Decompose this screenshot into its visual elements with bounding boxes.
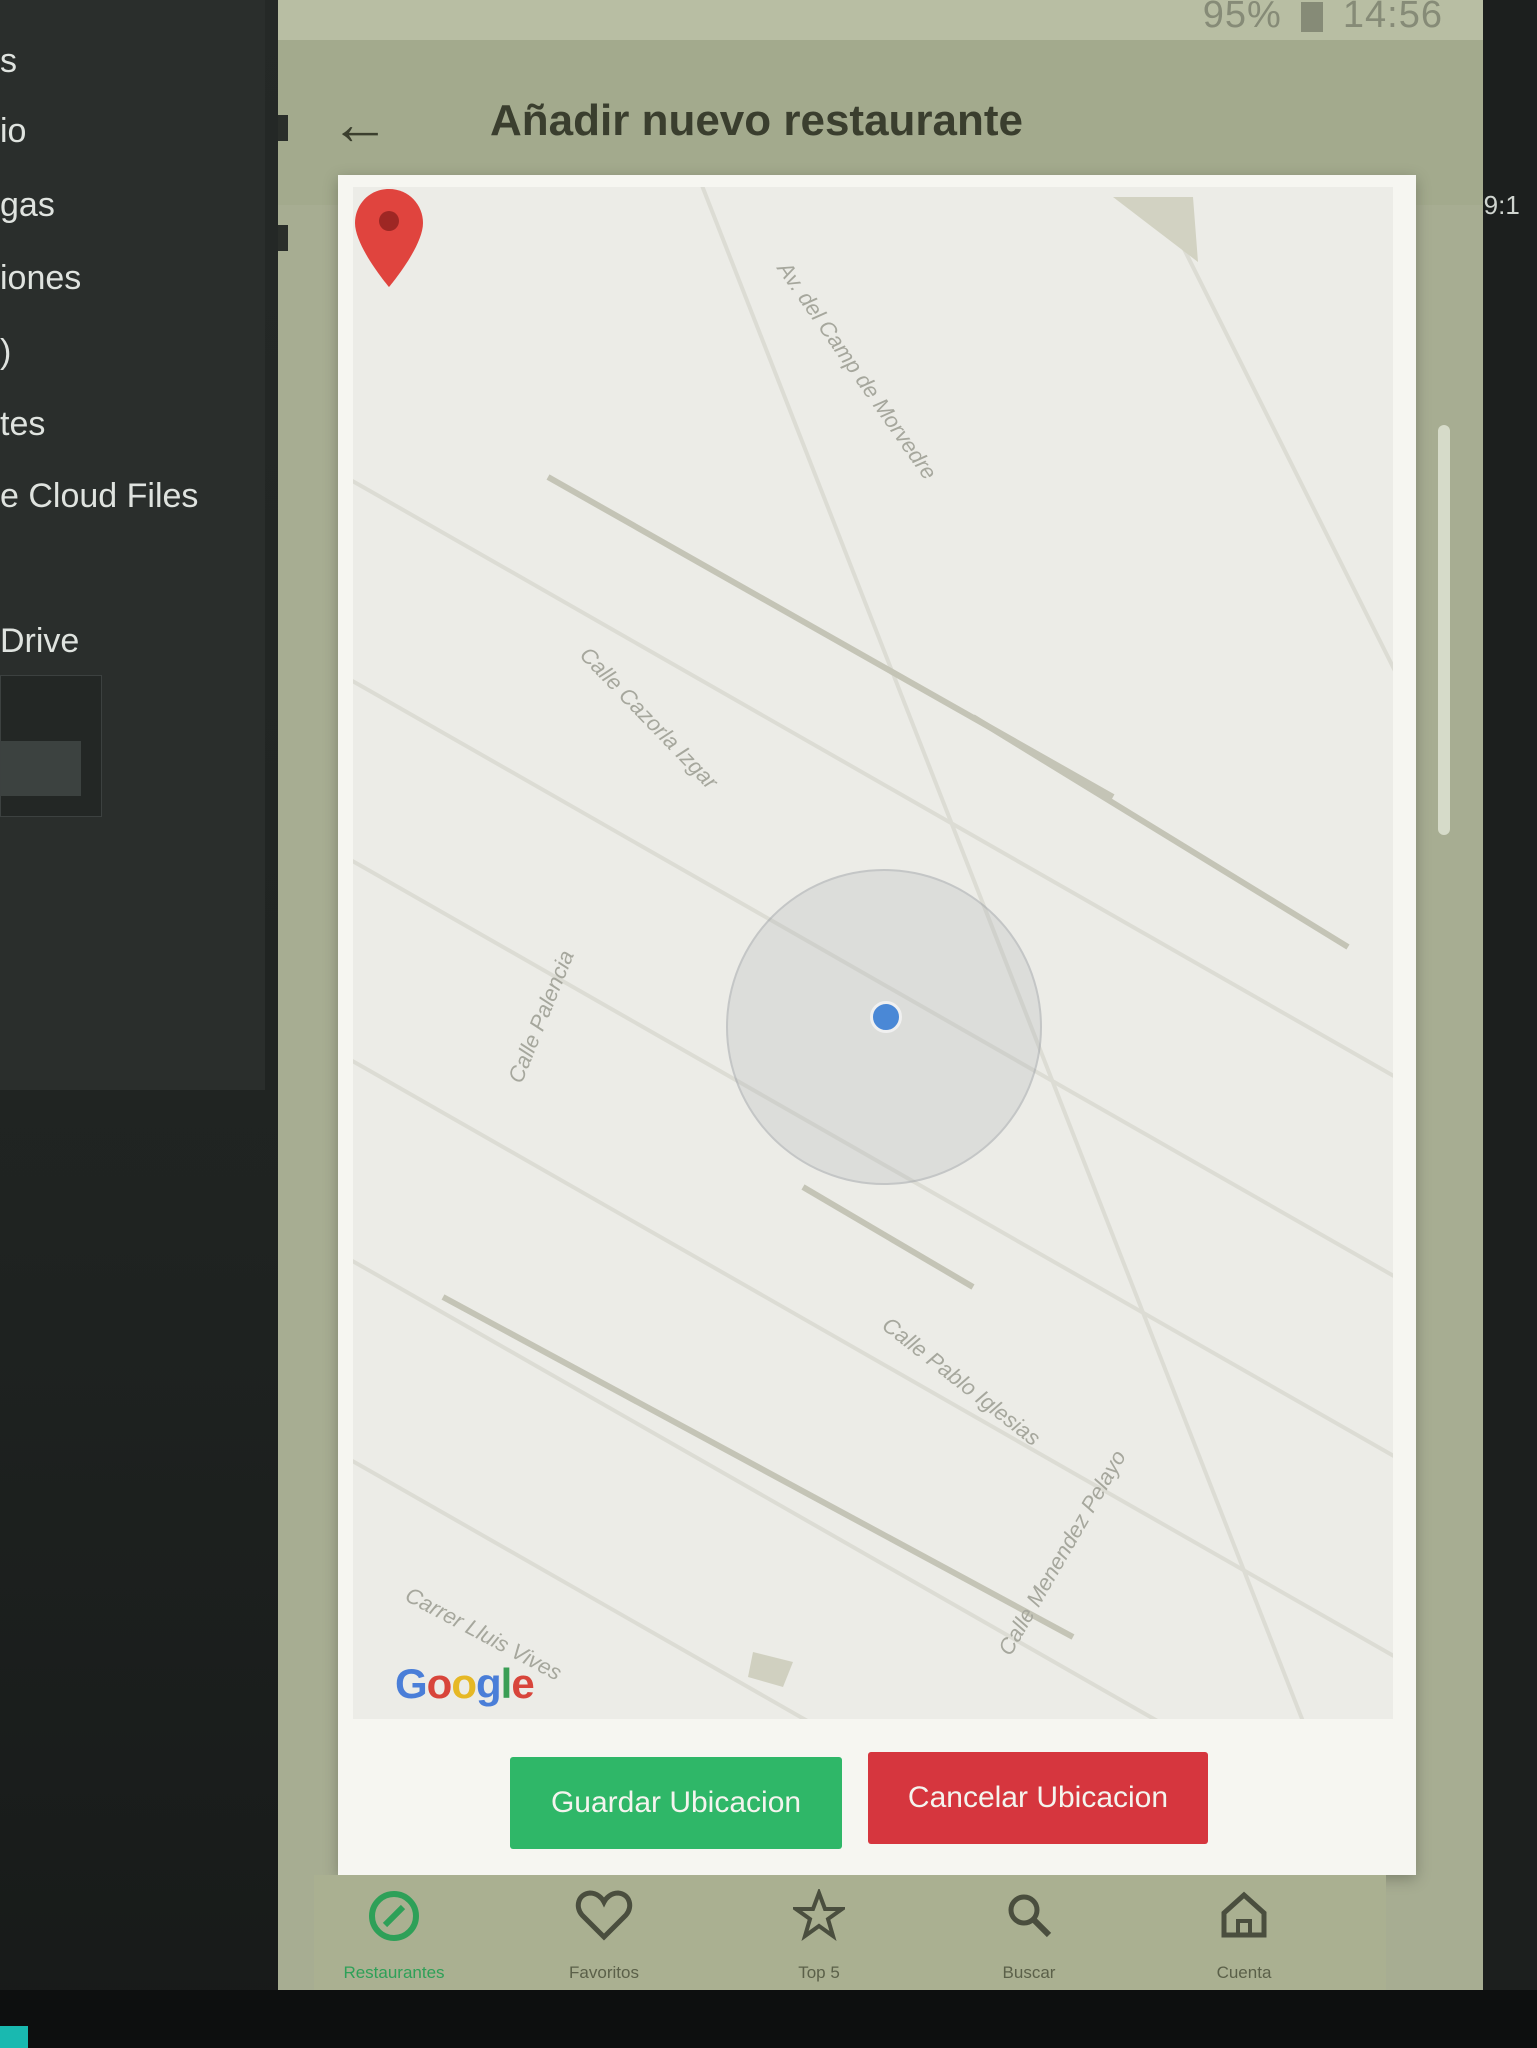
sidebar-item[interactable]: ) <box>0 333 11 372</box>
desktop-right-edge <box>1480 0 1537 2048</box>
bottom-nav: Restaurantes Favoritos Top 5 Buscar Cuen… <box>314 1875 1386 1990</box>
nav-label: Top 5 <box>798 1963 840 1982</box>
sidebar-item[interactable]: gas <box>0 186 55 225</box>
sidebar-item[interactable]: iones <box>0 259 81 298</box>
nav-label: Buscar <box>1002 1963 1056 1982</box>
taskbar-indicator <box>0 2026 28 2048</box>
nav-label: Cuenta <box>1216 1963 1272 1982</box>
map-view[interactable]: Av. del Camp de Morvedre Calle Cazorla I… <box>353 187 1393 1719</box>
sidebar-item[interactable]: e Cloud Files <box>0 477 198 516</box>
phone-screen: 95% 14:56 ← Añadir nuevo restaurante Av.… <box>278 0 1483 1990</box>
desktop-bottom <box>0 1990 1537 2048</box>
map-pin-icon[interactable] <box>353 187 425 292</box>
heart-icon <box>575 1890 633 1941</box>
scrollbar[interactable] <box>1438 425 1450 835</box>
sidebar-item[interactable]: io <box>0 112 26 151</box>
cancel-location-button[interactable]: Cancelar Ubicacion <box>868 1752 1208 1844</box>
current-location-dot <box>870 1001 902 1033</box>
battery-percent: 95% <box>1202 0 1282 36</box>
nav-item-restaurantes[interactable]: Restaurantes <box>309 1881 479 1985</box>
back-arrow-icon[interactable]: ← <box>320 84 400 164</box>
nav-item-top5[interactable]: Top 5 <box>734 1881 904 1985</box>
sidebar-item[interactable]: Drive <box>0 622 79 661</box>
search-icon <box>1008 1894 1052 1938</box>
sidebar-selected-bar[interactable] <box>1 741 81 796</box>
sidebar-panel <box>0 0 265 1090</box>
compass-icon <box>369 1891 419 1941</box>
nav-label: Favoritos <box>569 1963 639 1982</box>
nav-item-favoritos[interactable]: Favoritos <box>519 1881 689 1985</box>
nav-label: Restaurantes <box>343 1963 445 1982</box>
sidebar-item[interactable]: tes <box>0 405 45 444</box>
home-icon <box>1221 1891 1267 1938</box>
nav-item-cuenta[interactable]: Cuenta <box>1159 1881 1329 1985</box>
window-edge-marker <box>278 115 288 141</box>
page-title: Añadir nuevo restaurante <box>490 96 1024 145</box>
save-location-button[interactable]: Guardar Ubicacion <box>510 1757 842 1849</box>
google-logo: Google <box>395 1660 535 1707</box>
status-indicators: 95% 14:56 <box>1203 0 1443 37</box>
nav-item-buscar[interactable]: Buscar <box>944 1881 1114 1985</box>
window-edge-marker <box>278 225 288 251</box>
star-icon <box>793 1889 845 1941</box>
sidebar-box <box>0 675 102 817</box>
sidebar-item[interactable]: s <box>0 42 17 81</box>
location-dialog: Av. del Camp de Morvedre Calle Cazorla I… <box>338 175 1416 1875</box>
desktop-sidebar: s io gas iones ) tes e Cloud Files Drive <box>0 0 290 2048</box>
status-bar: 95% 14:56 <box>278 0 1483 40</box>
status-time: 14:56 <box>1342 0 1443 36</box>
battery-icon <box>1301 1 1324 32</box>
